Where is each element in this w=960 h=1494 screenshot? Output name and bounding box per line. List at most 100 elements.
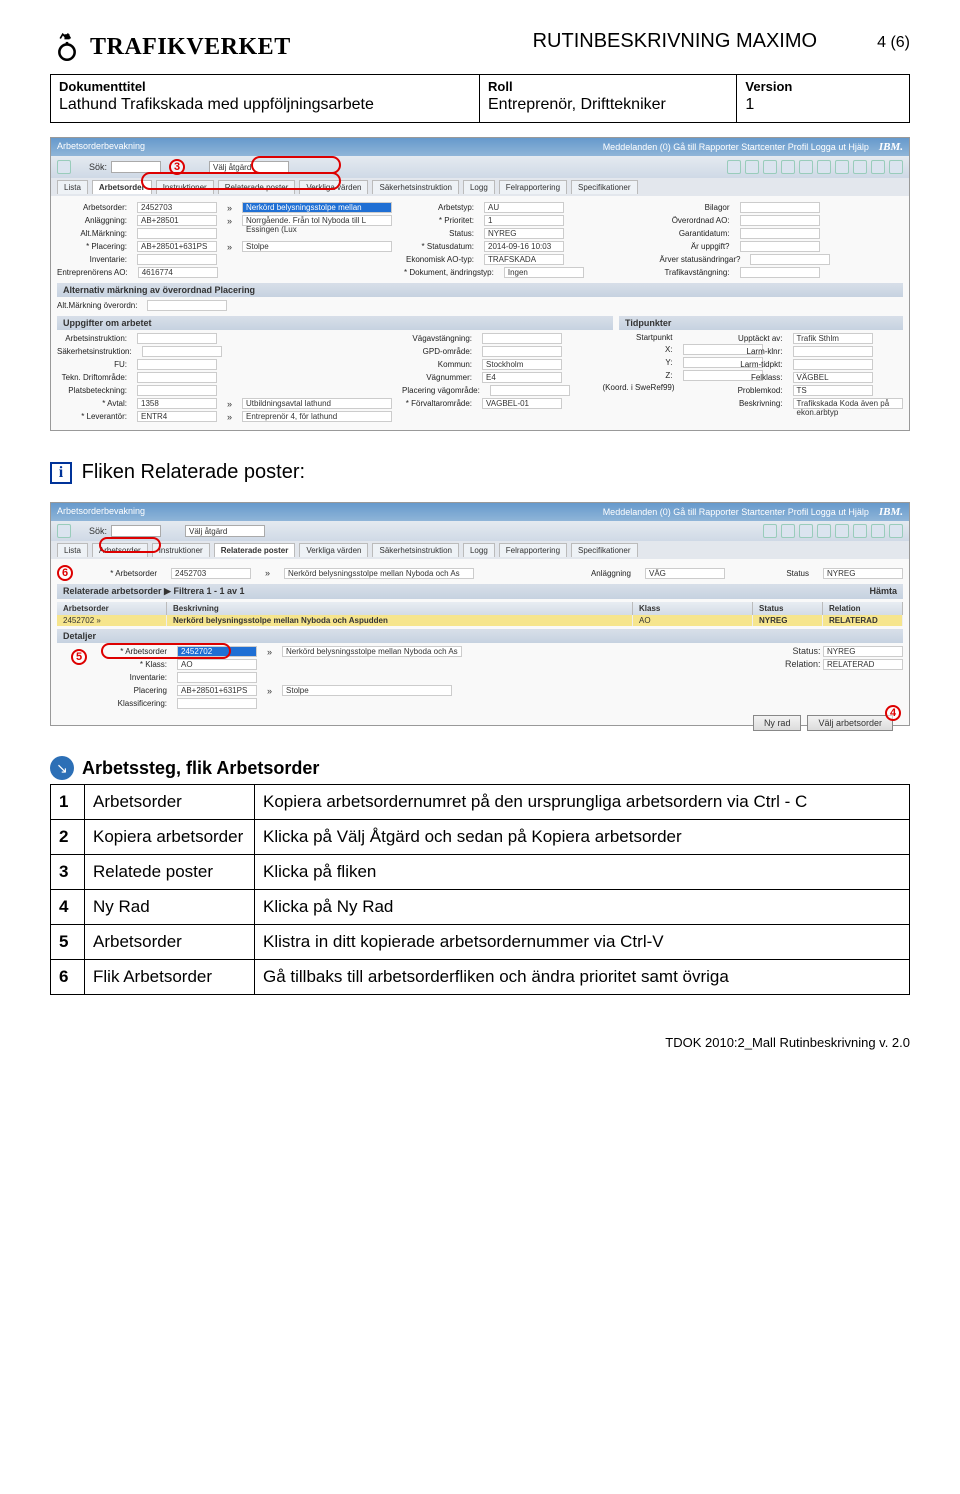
ao-val[interactable]: 2452703 [171, 568, 251, 579]
field-value[interactable] [740, 202, 820, 213]
toolbar-icon[interactable] [799, 160, 813, 174]
toolbar-icon[interactable] [817, 524, 831, 538]
field-value[interactable]: VAGBEL-01 [482, 398, 562, 409]
field-value[interactable]: 2014-09-16 10:03 [484, 241, 564, 252]
field-value[interactable]: 4616774 [138, 267, 218, 278]
hamta-link[interactable]: Hämta [869, 586, 897, 597]
field-value[interactable]: NYREG [484, 228, 564, 239]
field-value[interactable]: Ingen [504, 267, 584, 278]
field-label: Inventarie: [57, 255, 127, 264]
field-label: Ekonomisk AO-typ: [404, 255, 474, 264]
ss2-tab[interactable]: Säkerhetsinstruktion [372, 543, 458, 557]
field-value[interactable]: AU [484, 202, 564, 213]
det-value[interactable]: AB+28501+631PS [177, 685, 257, 696]
toolbar-icon[interactable] [889, 160, 903, 174]
field-value[interactable]: TRAFSKADA [484, 254, 564, 265]
toolbar-icon[interactable] [853, 160, 867, 174]
field-value[interactable] [740, 241, 820, 252]
field-extra: Nerkörd belysningsstolpe mellan Nyboda o… [242, 202, 392, 213]
field-value[interactable] [142, 346, 222, 357]
field-value[interactable] [750, 254, 830, 265]
meta-label-title: Dokumenttitel [59, 79, 471, 94]
field-value[interactable] [137, 254, 217, 265]
field-value[interactable] [137, 372, 217, 383]
toolbar-icon[interactable] [835, 160, 849, 174]
field-value[interactable] [482, 333, 562, 344]
field-value[interactable] [740, 267, 820, 278]
row-status: NYREG [753, 615, 823, 626]
field-value[interactable]: Trafik Sthlm [793, 333, 873, 344]
toolbar-icon[interactable] [799, 524, 813, 538]
ss2-tab[interactable]: Specifikationer [571, 543, 637, 557]
ny-rad-button[interactable]: Ny rad [753, 715, 802, 731]
field-value[interactable] [793, 359, 873, 370]
ss2-tab[interactable]: Lista [57, 543, 88, 557]
ss1-tab[interactable]: Lista [57, 180, 88, 194]
find-icon[interactable] [57, 524, 71, 538]
column-header[interactable]: Relation [823, 602, 903, 615]
toolbar-icon[interactable] [835, 524, 849, 538]
toolbar-icon[interactable] [763, 160, 777, 174]
field-value[interactable]: 2452703 [137, 202, 217, 213]
arrow-icon: ↘ [50, 756, 74, 780]
atgard-select[interactable]: Välj åtgärd [185, 525, 265, 537]
toolbar-icon[interactable] [889, 524, 903, 538]
ss1-tab[interactable]: Logg [463, 180, 495, 194]
field-label: * Prioritet: [404, 216, 474, 225]
toolbar-icon[interactable] [871, 524, 885, 538]
field-value[interactable] [137, 228, 217, 239]
field-value[interactable] [137, 385, 217, 396]
field-value[interactable] [137, 359, 217, 370]
field-value[interactable]: 1358 [137, 398, 217, 409]
ss2-tab[interactable]: Logg [463, 543, 495, 557]
field-value[interactable] [490, 385, 570, 396]
toolbar-icon[interactable] [817, 160, 831, 174]
ss2-tab[interactable]: Verkliga värden [299, 543, 368, 557]
toolbar-icon[interactable] [763, 524, 777, 538]
field-value[interactable]: 1 [484, 215, 564, 226]
field-value[interactable] [793, 346, 873, 357]
toolbar-icon[interactable] [745, 160, 759, 174]
toolbar-icon[interactable] [871, 160, 885, 174]
field-value[interactable]: E4 [482, 372, 562, 383]
det-value[interactable] [177, 698, 257, 709]
field-value[interactable] [740, 215, 820, 226]
valj-arbetsorder-button[interactable]: Välj arbetsorder [807, 715, 893, 731]
field-value[interactable]: Stockholm [482, 359, 562, 370]
alt-mark-val[interactable] [147, 300, 227, 311]
field-value[interactable] [740, 228, 820, 239]
field-value[interactable] [137, 333, 217, 344]
ss2-tab[interactable]: Relaterade poster [214, 543, 296, 557]
column-header[interactable]: Arbetsorder [57, 602, 167, 615]
field-value[interactable]: Trafikskada Koda även på ekon.arbtyp [793, 398, 904, 409]
field-value[interactable]: TS [793, 385, 873, 396]
ss1-top-links[interactable]: Meddelanden (0) Gå till Rapporter Startc… [603, 142, 869, 152]
steps-table: 1ArbetsorderKopiera arbetsordernumret på… [50, 784, 910, 995]
toolbar-icon[interactable] [781, 524, 795, 538]
det-value[interactable]: AO [177, 659, 257, 670]
ss2-tab[interactable]: Felrapportering [499, 543, 567, 557]
column-header[interactable]: Beskrivning [167, 602, 633, 615]
field-value[interactable]: VÄGBEL [793, 372, 873, 383]
toolbar-icon[interactable] [727, 160, 741, 174]
row-desc: Nerkörd belysningsstolpe mellan Nyboda o… [167, 615, 633, 626]
toolbar-icon[interactable] [781, 160, 795, 174]
toolbar-icon[interactable] [853, 524, 867, 538]
field-label: Platsbeteckning: [57, 386, 127, 395]
field-value[interactable]: AB+28501+631PS [137, 241, 217, 252]
ss1-tab[interactable]: Specifikationer [571, 180, 637, 194]
column-header[interactable]: Klass [633, 602, 753, 615]
field-value[interactable]: ENTR4 [137, 411, 217, 422]
find-icon[interactable] [57, 160, 71, 174]
field-value[interactable]: AB+28501 [137, 215, 217, 226]
column-header[interactable]: Status [753, 602, 823, 615]
field-extra: Entreprenör 4, för lathund [242, 411, 392, 422]
field-value[interactable] [482, 346, 562, 357]
det-value[interactable] [177, 672, 257, 683]
ss1-tab[interactable]: Felrapportering [499, 180, 567, 194]
related-row[interactable]: 2452702 » Nerkörd belysningsstolpe mella… [57, 615, 903, 626]
field-label: Entreprenörens AO: [57, 268, 128, 277]
sok-input[interactable] [111, 525, 161, 537]
ss1-tab[interactable]: Säkerhetsinstruktion [372, 180, 458, 194]
ss2-top-links[interactable]: Meddelanden (0) Gå till Rapporter Startc… [603, 507, 869, 517]
